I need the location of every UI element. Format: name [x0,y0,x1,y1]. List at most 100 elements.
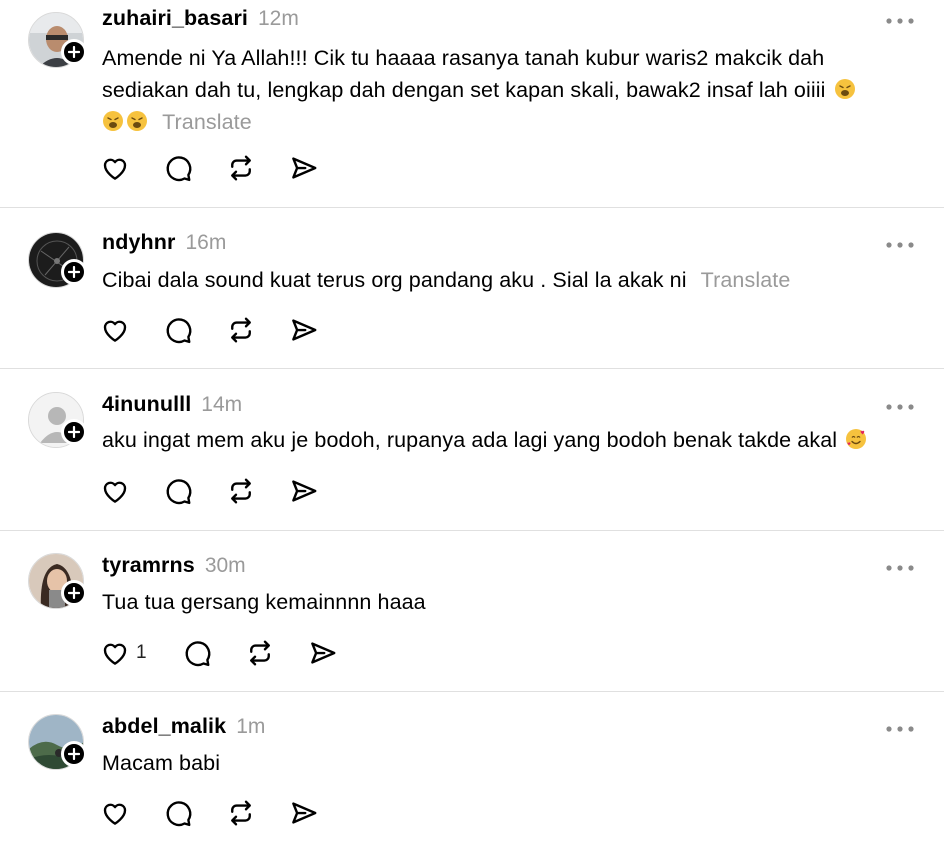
post-header: abdel_malik 1m [102,714,265,744]
thread-post: tyramrns 30m Tua tua gersang kemainnnn h… [0,553,944,683]
follow-button[interactable] [61,741,87,767]
more-options-icon[interactable] [884,724,916,734]
repost-button[interactable] [226,798,289,828]
post-text-line: Tua tua gersang kemainnnn haaa [102,590,426,614]
share-button[interactable] [308,638,348,668]
like-button[interactable] [100,476,163,506]
follow-button[interactable] [61,259,87,285]
post-actions [100,798,329,828]
send-icon [292,480,317,502]
post-actions: 1 [100,638,348,668]
heart-icon [103,158,127,180]
repost-icon [231,317,251,343]
post-text-line: Amende ni Ya Allah!!! Cik tu haaaa rasan… [102,46,825,70]
repost-icon [250,640,270,666]
more-options-icon[interactable] [884,402,916,412]
heart-icon [103,803,127,825]
heart-icon [103,643,127,665]
post-text-line: Cibai dala sound kuat terus org pandang … [102,268,687,292]
repost-icon [231,155,251,181]
smiling-face-with-hearts-emoji-icon [846,429,867,449]
post-text-line: sediakan dah tu, lengkap dah dengan set … [102,78,826,102]
send-icon [292,802,317,824]
avatar-wrap [28,553,87,609]
comment-icon [166,801,192,827]
reply-button[interactable] [163,798,226,828]
translate-link[interactable]: Translate [162,110,252,134]
comment-icon [166,479,192,505]
share-button[interactable] [289,315,329,345]
heart-icon [103,481,127,503]
repost-button[interactable] [226,315,289,345]
post-header: tyramrns 30m [102,553,246,583]
more-options-icon[interactable] [884,240,916,250]
timestamp[interactable]: 16m [185,231,226,255]
repost-button[interactable] [245,638,308,668]
like-button[interactable] [100,315,163,345]
heart-icon [103,320,127,342]
like-button[interactable] [100,153,163,183]
avatar-wrap [28,392,87,448]
translate-link[interactable]: Translate [701,268,791,292]
comment-icon [166,156,192,182]
send-icon [292,319,317,341]
like-count: 1 [136,642,147,663]
reply-button[interactable] [163,153,226,183]
send-icon [311,642,336,664]
more-options-icon[interactable] [884,16,916,26]
share-button[interactable] [289,798,329,828]
reply-button[interactable] [182,638,245,668]
follow-button[interactable] [61,419,87,445]
post-actions [100,153,329,183]
thread-post: zuhairi_basari 12m Amende ni Ya Allah!!!… [0,6,944,206]
divider [0,368,944,369]
timestamp[interactable]: 1m [236,715,265,739]
post-text-line: Macam babi [102,751,221,775]
repost-button[interactable] [226,476,289,506]
divider [0,530,944,531]
follow-button[interactable] [61,39,87,65]
username[interactable]: abdel_malik [102,714,226,739]
username[interactable]: ndyhnr [102,230,175,255]
like-button[interactable] [100,798,163,828]
post-text-line: aku ingat mem aku je bodoh, rupanya ada … [102,428,838,452]
plus-icon [68,587,80,599]
timestamp[interactable]: 12m [258,7,299,31]
like-button[interactable]: 1 [100,638,182,668]
divider [0,691,944,692]
comment-icon [166,318,192,344]
comment-icon [185,641,211,667]
reply-button[interactable] [163,476,226,506]
repost-icon [231,800,251,826]
timestamp[interactable]: 14m [201,393,242,417]
plus-icon [68,266,80,278]
post-text: Tua tua gersang kemainnnn haaa [102,586,922,618]
avatar-wrap [28,12,87,68]
weary-face-emoji-icon [127,111,147,131]
follow-button[interactable] [61,580,87,606]
post-text: Cibai dala sound kuat terus org pandang … [102,264,922,296]
repost-icon [231,478,251,504]
weary-face-emoji-icon [103,111,123,131]
post-actions [100,315,329,345]
username[interactable]: tyramrns [102,553,195,578]
post-header: ndyhnr 16m [102,230,226,260]
avatar-wrap [28,714,87,770]
share-button[interactable] [289,153,329,183]
share-button[interactable] [289,476,329,506]
post-text: Macam babi [102,747,922,779]
plus-icon [68,46,80,58]
thread-post: ndyhnr 16m Cibai dala sound kuat terus o… [0,230,944,360]
post-header: zuhairi_basari 12m [102,6,299,36]
plus-icon [68,426,80,438]
more-options-icon[interactable] [884,563,916,573]
timestamp[interactable]: 30m [205,554,246,578]
repost-button[interactable] [226,153,289,183]
username[interactable]: zuhairi_basari [102,6,248,31]
username[interactable]: 4inunulll [102,392,191,417]
thread-post: abdel_malik 1m Macam babi [0,714,944,844]
weary-face-emoji-icon [834,79,855,99]
plus-icon [68,748,80,760]
send-icon [292,157,317,179]
reply-button[interactable] [163,315,226,345]
